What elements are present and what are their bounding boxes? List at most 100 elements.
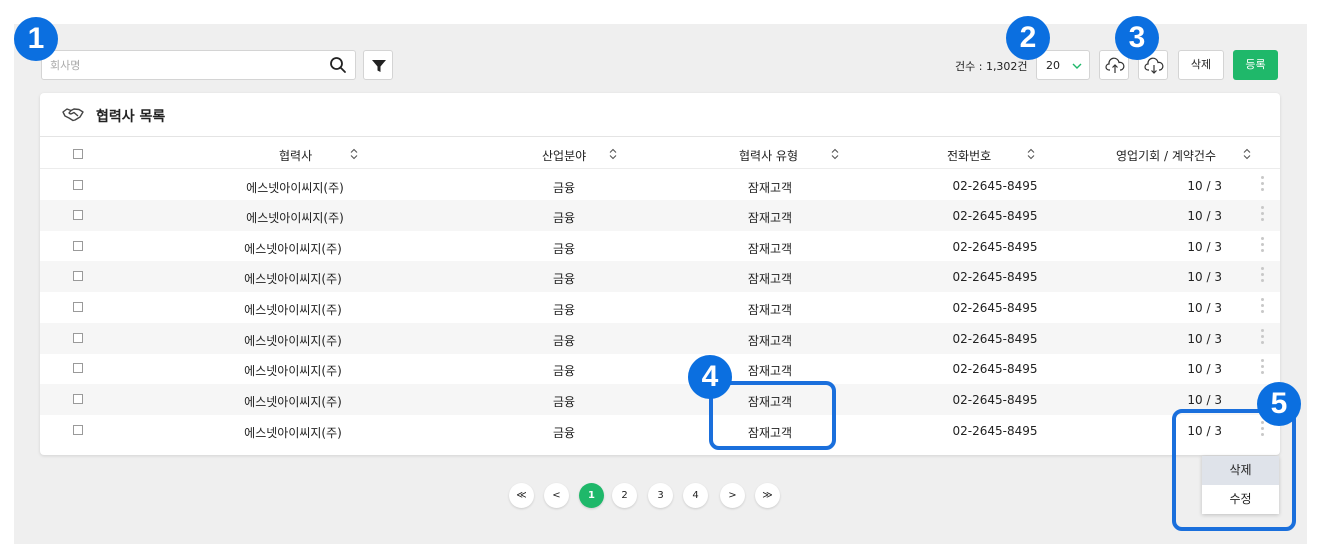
cell-deals: 10 / 3: [1187, 362, 1222, 376]
table-row[interactable]: 에스넷아이씨지(주) 금융 잠재고객 02-2645-8495 10 / 3: [40, 353, 1280, 384]
cell-industry: 금융: [552, 242, 576, 256]
row-checkbox[interactable]: [73, 425, 83, 435]
more-vertical-icon[interactable]: [1259, 176, 1265, 194]
cloud-download-icon: [1144, 57, 1164, 74]
cell-phone: 02-2645-8495: [952, 270, 1038, 284]
cloud-upload-icon: [1105, 57, 1125, 73]
callout-badge-1: 1: [14, 17, 58, 61]
search-box: [41, 50, 356, 80]
card-title: 협력사 목록: [96, 109, 166, 125]
cell-industry: 금융: [552, 426, 576, 440]
cell-partner[interactable]: 에스넷아이씨지(주): [244, 332, 342, 349]
sort-icon[interactable]: [1026, 148, 1036, 160]
cell-phone: 02-2645-8495: [952, 332, 1038, 346]
prev-page-button[interactable]: <: [544, 483, 569, 508]
more-vertical-icon[interactable]: [1259, 298, 1265, 316]
callout-badge-4: 4: [688, 355, 732, 399]
cell-partner-type: 잠재고객: [747, 242, 793, 256]
filter-icon: [372, 60, 386, 72]
cell-partner-type: 잠재고객: [747, 211, 793, 225]
cell-phone: 02-2645-8495: [952, 362, 1038, 376]
cell-phone: 02-2645-8495: [952, 209, 1038, 223]
cell-partner[interactable]: 에스넷아이씨지(주): [246, 179, 344, 196]
header-deals: 영업기회 / 계약건수: [1116, 149, 1216, 163]
row-checkbox[interactable]: [73, 241, 83, 251]
page-2-button[interactable]: 2: [612, 483, 637, 508]
cell-deals: 10 / 3: [1187, 240, 1222, 254]
table-row[interactable]: 에스넷아이씨지(주) 금융 잠재고객 02-2645-8495 10 / 3: [40, 200, 1280, 231]
more-vertical-icon[interactable]: [1259, 237, 1265, 255]
page-3-button[interactable]: 3: [648, 483, 673, 508]
chevron-down-icon: [1072, 63, 1082, 69]
table-row[interactable]: 에스넷아이씨지(주) 금융 잠재고객 02-2645-8495 10 / 3: [40, 292, 1280, 323]
table-row[interactable]: 에스넷아이씨지(주) 금융 잠재고객 02-2645-8495 10 / 3: [40, 261, 1280, 292]
cell-industry: 금융: [552, 364, 576, 378]
cell-partner[interactable]: 에스넷아이씨지(주): [244, 240, 342, 257]
sort-icon[interactable]: [830, 148, 840, 160]
cell-industry: 금융: [552, 272, 576, 286]
callout-badge-3: 3: [1115, 16, 1159, 60]
cell-deals: 10 / 3: [1187, 270, 1222, 284]
search-input[interactable]: [50, 51, 320, 79]
delete-button[interactable]: 삭제: [1178, 50, 1224, 80]
row-checkbox[interactable]: [73, 180, 83, 190]
cell-industry: 금융: [552, 211, 576, 225]
handshake-icon: [62, 108, 84, 122]
cell-deals: 10 / 3: [1187, 179, 1222, 193]
row-checkbox[interactable]: [73, 302, 83, 312]
table-header: 협력사 산업분야 협력사 유형 전화번호 영업기회 / 계약건수: [40, 138, 1280, 169]
table-row[interactable]: 에스넷아이씨지(주) 금융 잠재고객 02-2645-8495 10 / 3: [40, 231, 1280, 262]
cell-phone: 02-2645-8495: [952, 424, 1038, 438]
next-page-button[interactable]: >: [720, 483, 745, 508]
highlight-box-partner-type: [709, 381, 836, 450]
cell-partner-type: 잠재고객: [747, 303, 793, 317]
row-checkbox[interactable]: [73, 271, 83, 281]
first-page-button[interactable]: ≪: [509, 483, 534, 508]
more-vertical-icon[interactable]: [1259, 359, 1265, 377]
cell-phone: 02-2645-8495: [952, 179, 1038, 193]
callout-badge-2: 2: [1006, 16, 1050, 60]
page-1-button[interactable]: 1: [579, 483, 604, 508]
partner-list-card: 협력사 목록 협력사 산업분야 협력사 유형 전화번호 영업기회 / 계약건수 …: [40, 93, 1280, 455]
more-vertical-icon[interactable]: [1259, 329, 1265, 347]
page-size-value: 20: [1046, 59, 1060, 72]
page-size-select[interactable]: 20: [1036, 50, 1090, 80]
cell-partner[interactable]: 에스넷아이씨지(주): [244, 301, 342, 318]
row-checkbox[interactable]: [73, 394, 83, 404]
last-page-button[interactable]: ≫: [755, 483, 780, 508]
table-row[interactable]: 에스넷아이씨지(주) 금융 잠재고객 02-2645-8495 10 / 3: [40, 170, 1280, 201]
register-button[interactable]: 등록: [1233, 50, 1278, 80]
header-phone: 전화번호: [947, 149, 992, 163]
cell-deals: 10 / 3: [1187, 209, 1222, 223]
highlight-box-row-menu: [1172, 409, 1296, 531]
cell-deals: 10 / 3: [1187, 301, 1222, 315]
cell-partner-type: 잠재고객: [747, 364, 793, 378]
cell-partner[interactable]: 에스넷아이씨지(주): [244, 270, 342, 287]
filter-button[interactable]: [363, 50, 393, 80]
row-checkbox[interactable]: [73, 363, 83, 373]
page-4-button[interactable]: 4: [683, 483, 708, 508]
cell-industry: 금융: [552, 303, 576, 317]
cell-partner[interactable]: 에스넷아이씨지(주): [244, 424, 342, 441]
row-checkbox[interactable]: [73, 333, 83, 343]
search-icon[interactable]: [329, 56, 347, 74]
callout-badge-5: 5: [1257, 382, 1301, 426]
cell-partner[interactable]: 에스넷아이씨지(주): [244, 393, 342, 410]
select-all-checkbox[interactable]: [73, 149, 83, 159]
header-partner: 협력사: [279, 149, 313, 163]
cell-deals: 10 / 3: [1187, 332, 1222, 346]
cell-partner[interactable]: 에스넷아이씨지(주): [246, 209, 344, 226]
cell-partner[interactable]: 에스넷아이씨지(주): [244, 362, 342, 379]
sort-icon[interactable]: [349, 148, 359, 160]
table-row[interactable]: 에스넷아이씨지(주) 금융 잠재고객 02-2645-8495 10 / 3: [40, 415, 1280, 446]
sort-icon[interactable]: [608, 148, 618, 160]
cell-phone: 02-2645-8495: [952, 301, 1038, 315]
sort-icon[interactable]: [1242, 148, 1252, 160]
row-checkbox[interactable]: [73, 210, 83, 220]
header-partner-type: 협력사 유형: [739, 149, 799, 163]
table-row[interactable]: 에스넷아이씨지(주) 금융 잠재고객 02-2645-8495 10 / 3: [40, 384, 1280, 415]
more-vertical-icon[interactable]: [1259, 206, 1265, 224]
table-row[interactable]: 에스넷아이씨지(주) 금융 잠재고객 02-2645-8495 10 / 3: [40, 323, 1280, 354]
more-vertical-icon[interactable]: [1259, 267, 1265, 285]
cell-phone: 02-2645-8495: [952, 240, 1038, 254]
